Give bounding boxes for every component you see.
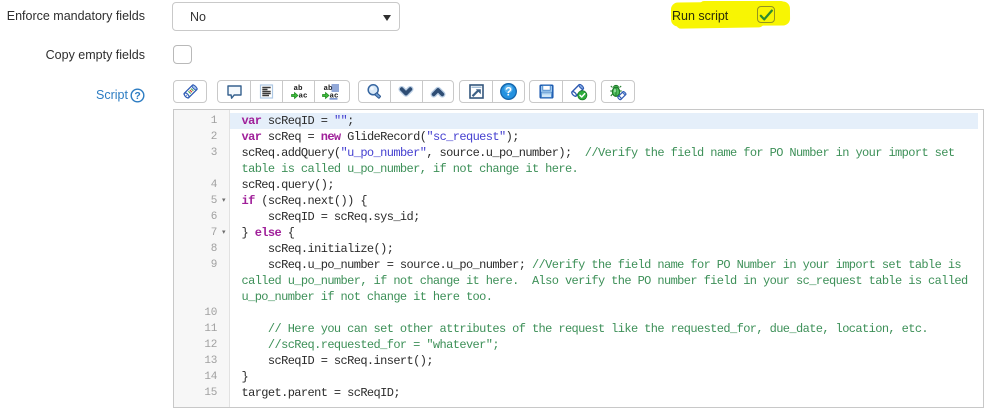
svg-text:?: ?	[505, 87, 512, 99]
svg-text:?: ?	[134, 90, 140, 102]
svg-text:ac: ac	[299, 93, 308, 101]
